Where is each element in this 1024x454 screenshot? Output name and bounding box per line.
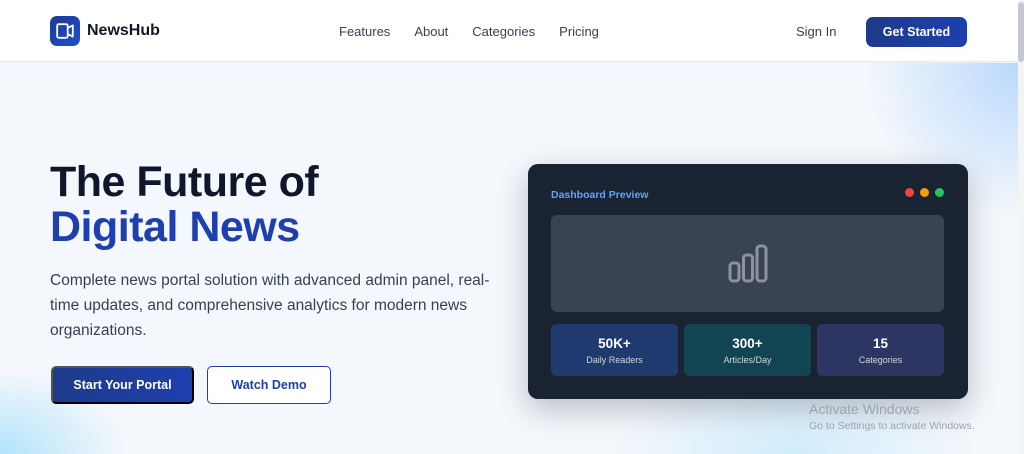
hero-headline-line1: The Future of <box>50 158 319 206</box>
window-controls <box>905 188 944 197</box>
window-dot-green <box>935 188 944 197</box>
watch-demo-button[interactable]: Watch Demo <box>207 366 331 404</box>
hero-subtitle: Complete news portal solution with advan… <box>50 272 490 339</box>
newshub-logo-icon <box>50 16 80 46</box>
nav-link-features[interactable]: Features <box>339 24 390 39</box>
nav-link-categories[interactable]: Categories <box>472 24 535 39</box>
dashboard-preview-card: Dashboard Preview 50K+ Daily Readers 300… <box>528 164 968 399</box>
sign-in-link[interactable]: Sign In <box>796 24 836 39</box>
stat-label: Categories <box>858 354 903 365</box>
stat-value: 50K+ <box>598 335 631 351</box>
navbar: NewsHub Features About Categories Pricin… <box>0 0 1024 62</box>
brand[interactable]: NewsHub <box>50 16 160 46</box>
stat-label: Articles/Day <box>723 354 772 365</box>
stat-articles-per-day: 300+ Articles/Day <box>684 324 811 376</box>
window-dot-red <box>905 188 914 197</box>
stat-label: Daily Readers <box>586 354 643 365</box>
hero-headline-line2: Digital News <box>50 203 300 251</box>
stat-daily-readers: 50K+ Daily Readers <box>551 324 678 376</box>
bar-chart-icon <box>728 244 767 282</box>
dashboard-title: Dashboard Preview <box>551 189 649 201</box>
activate-windows-title: Activate Windows <box>809 401 920 417</box>
nav-link-pricing[interactable]: Pricing <box>559 24 599 39</box>
scrollbar-track[interactable] <box>1018 0 1024 454</box>
brand-name: NewsHub <box>87 22 160 39</box>
nav-links: Features About Categories Pricing <box>339 24 599 39</box>
get-started-button[interactable]: Get Started <box>866 17 967 47</box>
activate-windows-hint: Go to Settings to activate Windows. <box>809 420 975 432</box>
stat-value: 15 <box>872 335 889 351</box>
nav-link-about[interactable]: About <box>414 24 448 39</box>
stat-value: 300+ <box>732 335 763 351</box>
window-dot-yellow <box>920 188 929 197</box>
stat-categories: 15 Categories <box>817 324 944 376</box>
dashboard-preview-area <box>551 215 944 312</box>
start-portal-button[interactable]: Start Your Portal <box>51 366 194 404</box>
scrollbar-thumb[interactable] <box>1018 2 1024 62</box>
